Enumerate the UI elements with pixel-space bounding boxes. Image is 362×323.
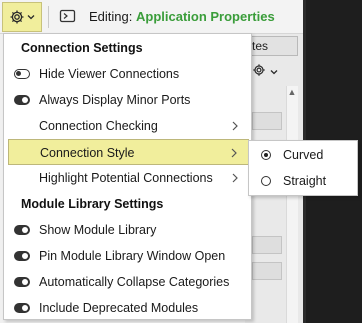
toggle-on-icon (14, 303, 30, 313)
chevron-up-icon[interactable]: ▲ (287, 87, 297, 97)
property-field[interactable] (252, 112, 282, 130)
chevron-right-icon (231, 172, 239, 184)
menu-item-always-display-minor-ports[interactable]: Always Display Minor Ports (8, 87, 249, 113)
settings-menu-button[interactable] (2, 2, 42, 32)
chevron-right-icon (231, 120, 239, 132)
chevron-down-icon (27, 14, 35, 20)
toggle-on-icon (14, 251, 30, 261)
panel-toolbar (252, 60, 300, 82)
property-field[interactable] (252, 236, 282, 254)
gear-icon (9, 9, 25, 25)
menu-item-label: Automatically Collapse Categories (39, 275, 230, 289)
toggle-on-icon (14, 95, 30, 105)
chevron-down-icon[interactable] (270, 64, 278, 78)
settings-dropdown-menu: Connection Settings Hide Viewer Connecti… (3, 33, 252, 320)
menu-item-pin-module-library[interactable]: Pin Module Library Window Open (8, 243, 249, 269)
menu-item-label: Hide Viewer Connections (39, 67, 180, 81)
menu-item-label: Show Module Library (39, 223, 157, 237)
app-window: Editing: Application Properties tes ▲ Co… (0, 0, 362, 323)
menu-item-include-deprecated-modules[interactable]: Include Deprecated Modules (8, 295, 249, 321)
menu-item-label: Connection Checking (39, 119, 158, 133)
menu-item-label: Connection Style (40, 146, 135, 160)
radio-selected-icon (261, 150, 271, 160)
toolbar: Editing: Application Properties (0, 0, 303, 34)
menu-item-auto-collapse-categories[interactable]: Automatically Collapse Categories (8, 269, 249, 295)
editing-label: Editing: (89, 9, 133, 24)
property-field[interactable] (252, 262, 282, 280)
toggle-on-icon (14, 225, 30, 235)
toggle-off-icon (14, 69, 30, 79)
radio-unselected-icon (261, 176, 271, 186)
menu-item-label: Always Display Minor Ports (39, 93, 191, 107)
tab-properties[interactable]: tes (248, 36, 298, 56)
editing-target[interactable]: Application Properties (136, 9, 275, 24)
connection-style-submenu: Curved Straight (248, 140, 358, 196)
chevron-right-icon (230, 147, 238, 159)
menu-item-hide-viewer-connections[interactable]: Hide Viewer Connections (8, 61, 249, 87)
section-header-connection-settings: Connection Settings (21, 41, 143, 55)
toolbar-separator (48, 6, 49, 28)
menu-item-show-module-library[interactable]: Show Module Library (8, 217, 249, 243)
panel-scrollbar[interactable] (286, 86, 298, 323)
menu-item-connection-style[interactable]: Connection Style (8, 139, 249, 165)
menu-item-label: Highlight Potential Connections (39, 171, 213, 185)
menu-item-label: Pin Module Library Window Open (39, 249, 226, 263)
submenu-item-curved[interactable]: Curved (250, 142, 356, 168)
menu-item-highlight-potential-connections[interactable]: Highlight Potential Connections (8, 165, 249, 191)
editing-indicator: Editing: Application Properties (89, 9, 275, 24)
edit-properties-button[interactable] (55, 6, 81, 28)
gear-icon[interactable] (252, 63, 266, 80)
submenu-item-label: Straight (283, 174, 327, 188)
section-header-module-library-settings: Module Library Settings (21, 197, 164, 211)
submenu-item-label: Curved (283, 148, 324, 162)
menu-item-label: Include Deprecated Modules (39, 301, 199, 315)
menu-item-connection-checking[interactable]: Connection Checking (8, 113, 249, 139)
toggle-on-icon (14, 277, 30, 287)
submenu-item-straight[interactable]: Straight (250, 168, 356, 194)
edit-window-icon (59, 8, 77, 27)
